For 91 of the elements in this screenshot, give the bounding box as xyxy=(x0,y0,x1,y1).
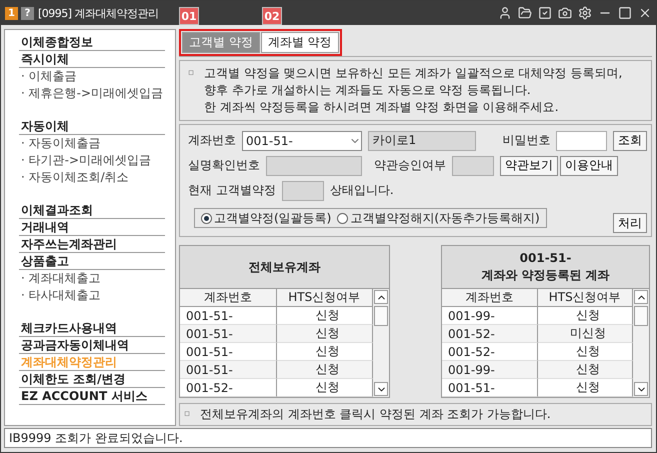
window-title: [0995] 계좌대체약정관리 xyxy=(38,6,159,20)
account-dropdown[interactable]: 001-51- xyxy=(242,130,362,150)
account-name-field: 카이로1 xyxy=(368,130,476,150)
radio-option[interactable]: 고객별약정(일괄등록) xyxy=(201,210,332,226)
step-marker: 01 xyxy=(179,7,199,25)
scroll-up-icon[interactable] xyxy=(634,290,648,304)
table-cell[interactable]: 001-51- xyxy=(442,379,538,397)
column-header: 계좌번호 xyxy=(180,289,276,307)
table-cell[interactable]: 신청 xyxy=(276,343,373,361)
sidebar-item[interactable]: 상품출고 xyxy=(19,253,165,270)
sidebar-item[interactable]: · 계좌대체출고 xyxy=(19,270,165,287)
terms-field xyxy=(452,156,494,176)
table-cell[interactable]: 001-51- xyxy=(180,307,276,325)
sidebar-item[interactable]: · 타기관->미래에셋입금 xyxy=(19,152,165,169)
lookup-button[interactable]: 조회 xyxy=(613,130,647,150)
sidebar-item[interactable]: 자동이체 xyxy=(19,118,165,135)
status-field xyxy=(282,180,324,200)
table-cell[interactable]: 001-52- xyxy=(180,379,276,397)
tab[interactable]: 계좌별 약정 xyxy=(260,32,339,53)
table-title: 계좌와 약정등록된 계좌 xyxy=(481,266,610,284)
table-cell[interactable]: 신청 xyxy=(276,325,373,343)
sidebar-item[interactable]: · 타사대체출고 xyxy=(19,287,165,304)
scroll-down-icon[interactable] xyxy=(634,382,648,396)
table-cell[interactable]: 001-51- xyxy=(180,361,276,379)
maximize-icon[interactable] xyxy=(618,6,632,20)
table-cell[interactable]: 신청 xyxy=(276,361,373,379)
sidebar-item[interactable]: 이체결과조회 xyxy=(19,202,165,219)
sidebar-item[interactable]: · 이체출금 xyxy=(19,68,165,85)
sidebar-item[interactable]: 즉시이체 xyxy=(19,51,165,68)
settings-icon[interactable] xyxy=(578,6,592,20)
field-label: 계좌번호 xyxy=(188,132,236,149)
table-cell[interactable]: 001-99- xyxy=(442,361,538,379)
info-text: 고객별 약정을 맺으시면 보유하신 모든 계좌가 일괄적으로 대체약정 등록되며, xyxy=(204,65,622,82)
table-title: 전체보유계좌 xyxy=(248,258,320,276)
sidebar-item[interactable]: 공과금자동이체내역 xyxy=(19,337,165,354)
close-icon[interactable] xyxy=(638,6,652,20)
status-bar: IB9999 조회가 완료되었습니다. xyxy=(4,428,652,448)
scroll-thumb[interactable] xyxy=(634,306,648,326)
info-text: 한 계좌씩 약정등록을 하시려면 계좌별 약정 화면을 이용해주세요. xyxy=(204,99,559,116)
bullet-icon: ▫ xyxy=(184,406,200,423)
status-label: 상태입니다. xyxy=(330,182,394,199)
table-cell[interactable]: 001-51- xyxy=(180,343,276,361)
sidebar-item[interactable]: · 제휴은행->미래에셋입금 xyxy=(19,85,165,102)
column-header: HTS신청여부 xyxy=(276,289,373,307)
field-label: 약관승인여부 xyxy=(374,157,446,174)
table-cell[interactable]: 001-52- xyxy=(442,325,538,343)
field-label: 비밀번호 xyxy=(502,132,550,149)
table-cell[interactable]: 신청 xyxy=(538,379,633,397)
sidebar-item[interactable]: 이체종합정보 xyxy=(19,34,165,51)
table-cell[interactable]: 미신청 xyxy=(538,325,633,343)
sidebar-item[interactable]: 이체한도 조회/변경 xyxy=(19,371,165,388)
status-label: 현재 고객별약정 xyxy=(188,182,276,199)
scroll-up-icon[interactable] xyxy=(374,290,388,304)
process-button[interactable]: 처리 xyxy=(613,213,647,233)
table-title: 001-51- xyxy=(520,250,572,264)
radio-icon[interactable] xyxy=(337,212,348,224)
radio-option[interactable]: 고객별약정해지(자동추가등록해지) xyxy=(337,210,540,226)
password-field[interactable] xyxy=(556,130,607,150)
table-cell[interactable]: 001-52- xyxy=(442,343,538,361)
table-cell[interactable]: 신청 xyxy=(538,307,633,325)
sidebar-item[interactable]: 체크카드사용내역 xyxy=(19,320,165,337)
sidebar-item[interactable]: 거래내역 xyxy=(19,219,165,236)
scrollbar[interactable] xyxy=(373,289,389,397)
checkbox-icon[interactable] xyxy=(538,6,552,20)
column-header: 계좌번호 xyxy=(442,289,538,307)
scroll-thumb[interactable] xyxy=(374,306,388,326)
table-cell[interactable]: 신청 xyxy=(276,307,373,325)
note-text: 전체보유계좌의 계좌번호 클릭시 약정된 계좌 조회가 가능합니다. xyxy=(200,406,551,423)
table-cell[interactable]: 001-99- xyxy=(442,307,538,325)
column-header: HTS신청여부 xyxy=(538,289,633,307)
sidebar-item[interactable]: · 자동이체출금 xyxy=(19,135,165,152)
table-cell[interactable]: 신청 xyxy=(538,343,633,361)
info-text: 향후 추가로 개설하시는 계좌들도 자동으로 약정 등록됩니다. xyxy=(204,82,531,99)
sidebar-item[interactable]: 자주쓰는계좌관리 xyxy=(19,236,165,253)
sidebar-item[interactable]: EZ ACCOUNT 서비스 xyxy=(19,388,165,405)
folder-icon[interactable] xyxy=(518,6,532,20)
camera-icon[interactable] xyxy=(558,6,572,20)
table-cell[interactable]: 001-51- xyxy=(180,325,276,343)
table-cell[interactable]: 신청 xyxy=(276,379,373,397)
bullet-icon: ▫ xyxy=(188,65,204,82)
sidebar-item[interactable]: · 자동이체조회/취소 xyxy=(19,169,165,186)
step-marker: 02 xyxy=(262,7,282,25)
radio-icon[interactable] xyxy=(201,212,212,224)
terms-button[interactable]: 약관보기 xyxy=(500,156,558,176)
field-label: 실명확인번호 xyxy=(188,157,260,174)
table-cell[interactable]: 신청 xyxy=(538,361,633,379)
window-badge[interactable]: ? xyxy=(21,6,34,20)
person-icon[interactable] xyxy=(498,6,512,20)
scroll-down-icon[interactable] xyxy=(374,382,388,396)
scrollbar[interactable] xyxy=(633,289,649,397)
guide-button[interactable]: 이용안내 xyxy=(560,156,618,176)
